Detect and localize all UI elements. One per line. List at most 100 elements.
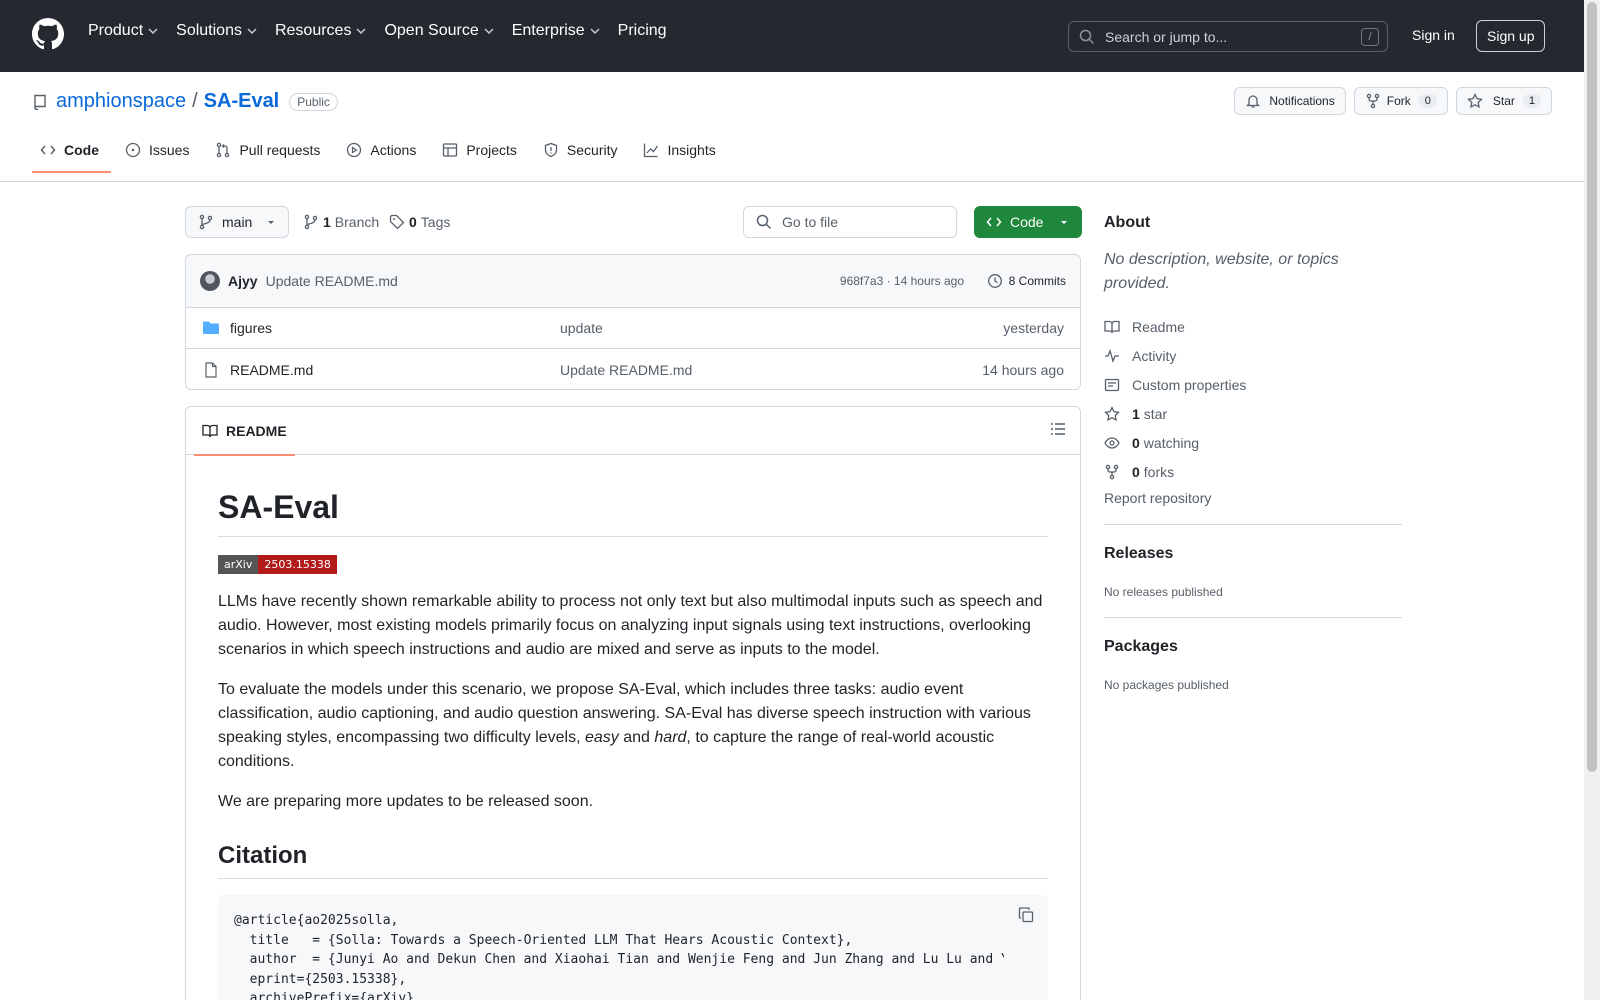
star-count: 1 <box>1522 94 1541 108</box>
history-icon <box>987 274 1002 288</box>
graph-icon <box>644 143 659 158</box>
tab-insights[interactable]: Insights <box>635 142 727 172</box>
sign-in-link[interactable]: Sign in <box>1412 27 1455 43</box>
nav-solutions[interactable]: Solutions <box>176 22 257 40</box>
tab-projects[interactable]: Projects <box>434 142 529 172</box>
branches-link[interactable]: 1 Branch <box>303 214 379 230</box>
report-repository-link[interactable]: Report repository <box>1104 490 1402 506</box>
branch-icon <box>199 214 213 230</box>
commit-author[interactable]: Ajyy <box>228 273 258 289</box>
packages-heading[interactable]: Packages <box>1104 638 1402 656</box>
copy-icon[interactable] <box>1018 907 1034 923</box>
scrollbar-thumb[interactable] <box>1587 2 1597 772</box>
nav-enterprise-label: Enterprise <box>511 22 585 39</box>
about-heading: About <box>1104 214 1151 231</box>
sidebar-item-readme[interactable]: Readme <box>1104 312 1402 341</box>
nav-resources[interactable]: Resources <box>275 22 366 40</box>
branch-icon <box>304 214 318 230</box>
sidebar-item-watching[interactable]: 0 watching <box>1104 428 1402 457</box>
sidebar-item-stars[interactable]: 1 star <box>1104 399 1402 428</box>
page-scrollbar[interactable] <box>1584 0 1600 1000</box>
notifications-label: Notifications <box>1269 94 1335 108</box>
readme-paragraph: We are preparing more updates to be rele… <box>218 793 594 810</box>
file-commit-message[interactable]: update <box>560 320 603 336</box>
code-dropdown-button[interactable]: Code <box>974 206 1082 238</box>
tab-issues[interactable]: Issues <box>117 142 201 172</box>
sidebar-item-label: forks <box>1143 463 1175 480</box>
nav-resources-label: Resources <box>274 22 352 39</box>
about-links: Readme Activity Custom properties 1 star… <box>1104 312 1402 507</box>
tab-security[interactable]: Security <box>535 142 630 172</box>
readme-header: README <box>186 407 1080 456</box>
nav-open-source[interactable]: Open Source <box>384 22 494 40</box>
star-button[interactable]: Star 1 <box>1455 87 1552 115</box>
branch-label: Branch <box>334 214 380 230</box>
repo-owner-link[interactable]: amphionspace <box>56 90 186 113</box>
sidebar-item-forks[interactable]: 0 forks <box>1104 457 1402 486</box>
book-icon <box>202 424 218 438</box>
repo-name-link[interactable]: SA-Eval <box>204 90 280 113</box>
commit-hash-time[interactable]: 968f7a3 · 14 hours ago <box>840 274 964 288</box>
arxiv-badge[interactable]: arXiv 2503.15338 <box>218 555 337 574</box>
tag-count: 0 <box>409 214 417 230</box>
table-row[interactable]: figures update yesterday <box>186 308 1080 349</box>
commits-history-link[interactable]: 8 Commits <box>987 273 1066 289</box>
tab-code[interactable]: Code <box>32 142 111 173</box>
file-date: 14 hours ago <box>982 361 1064 378</box>
top-navigation: Product Solutions Resources Open Source … <box>88 22 685 40</box>
file-name[interactable]: README.md <box>230 362 313 378</box>
file-date: yesterday <box>1003 320 1064 336</box>
commit-message[interactable]: Update README.md <box>266 273 398 289</box>
tab-insights-label: Insights <box>667 142 716 158</box>
file-browser: Ajyy Update README.md 968f7a3 · 14 hours… <box>185 254 1081 390</box>
forks-count: 0 <box>1132 463 1140 480</box>
sidebar-item-custom-properties[interactable]: Custom properties <box>1104 370 1402 399</box>
nav-open-source-label: Open Source <box>384 22 479 39</box>
file-commit-message[interactable]: Update README.md <box>560 362 692 378</box>
nav-enterprise[interactable]: Enterprise <box>512 22 600 40</box>
nav-pricing[interactable]: Pricing <box>618 22 667 40</box>
commits-count-label: 8 Commits <box>1008 274 1066 288</box>
packages-empty-text: No packages published <box>1104 678 1229 692</box>
sign-up-button[interactable]: Sign up <box>1476 20 1546 52</box>
citation-code-block: @article{ao2025solla, title = {Solla: To… <box>218 895 1048 1000</box>
branch-selector[interactable]: main <box>185 206 289 238</box>
citation-code[interactable]: @article{ao2025solla, title = {Solla: To… <box>234 911 1004 1000</box>
search-input[interactable]: Search or jump to... / <box>1068 21 1388 52</box>
tab-projects-label: Projects <box>466 142 517 158</box>
divider <box>1104 524 1402 525</box>
stars-count: 1 <box>1132 405 1140 422</box>
tags-link[interactable]: 0 Tags <box>389 214 450 230</box>
branch-bar: main 1 Branch 0 Tags Go to file Code <box>185 206 1082 238</box>
sidebar-item-activity[interactable]: Activity <box>1104 341 1402 370</box>
chevron-down-icon <box>356 28 366 34</box>
sidebar-item-label: watching <box>1143 434 1200 451</box>
tab-pull-requests[interactable]: Pull requests <box>207 142 332 172</box>
releases-heading[interactable]: Releases <box>1104 545 1402 563</box>
repo-title: amphionspace / SA-Eval Public <box>32 90 338 113</box>
about-description: No description, website, or topics provi… <box>1104 251 1339 292</box>
tab-actions[interactable]: Actions <box>338 142 428 172</box>
file-name[interactable]: figures <box>230 320 272 336</box>
go-to-file-input[interactable]: Go to file <box>743 206 957 238</box>
issue-icon <box>125 142 141 158</box>
pull-request-icon <box>217 142 230 158</box>
outline-list-icon[interactable] <box>1050 421 1066 437</box>
caret-down-icon <box>1061 221 1068 224</box>
chevron-down-icon <box>590 28 600 34</box>
star-label: Star <box>1492 94 1515 108</box>
table-row[interactable]: README.md Update README.md 14 hours ago <box>186 349 1080 389</box>
fork-button[interactable]: Fork 0 <box>1353 87 1448 115</box>
repo-tabs: Code Issues Pull requests Actions Projec… <box>32 142 734 173</box>
star-icon <box>1104 405 1120 421</box>
table-icon <box>443 143 458 157</box>
global-header: Product Solutions Resources Open Source … <box>0 0 1584 72</box>
avatar[interactable] <box>200 271 220 291</box>
repo-separator: / <box>192 90 198 112</box>
notifications-button[interactable]: Notifications <box>1234 87 1346 115</box>
chevron-down-icon <box>148 28 158 34</box>
nav-product[interactable]: Product <box>88 22 158 40</box>
github-logo-icon[interactable] <box>32 18 64 50</box>
sidebar-item-label: Readme <box>1132 318 1185 335</box>
readme-tab[interactable]: README <box>194 407 295 456</box>
